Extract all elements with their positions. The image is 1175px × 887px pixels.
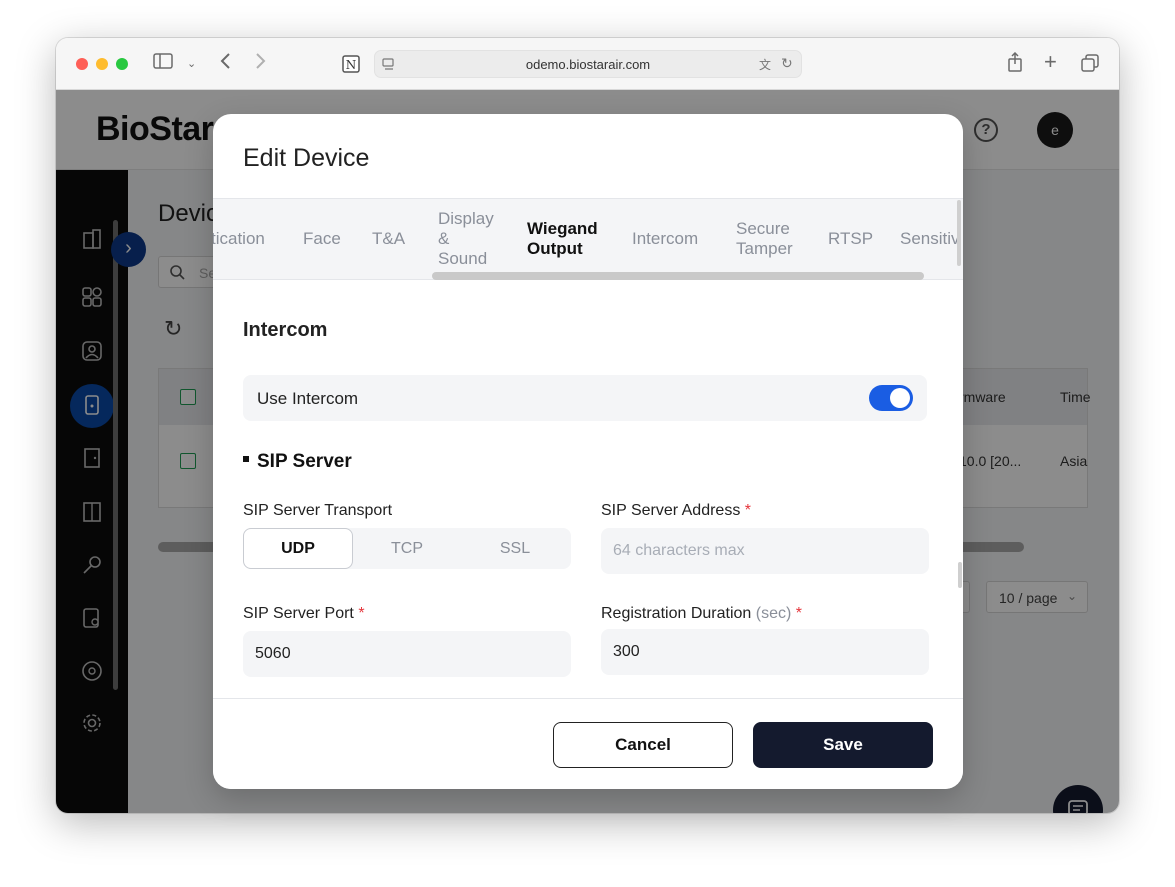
- sidebar-toggle-icon[interactable]: [153, 53, 173, 73]
- toggle-knob: [890, 388, 910, 408]
- share-icon[interactable]: [1007, 51, 1023, 76]
- chevron-down-icon[interactable]: ⌄: [187, 54, 196, 74]
- transport-ssl-option[interactable]: SSL: [460, 528, 570, 569]
- modal-scrollbar[interactable]: [958, 562, 962, 588]
- sip-address-label: SIP Server Address *: [601, 502, 751, 520]
- svg-text:N: N: [346, 58, 357, 72]
- browser-toolbar: ⌄ N odemo.biostarair.com 文 ↻ +: [56, 38, 1119, 90]
- tab-bar: tication Face T&A Display & Sound Wiegan…: [213, 198, 963, 280]
- registration-duration-input[interactable]: 300: [601, 629, 929, 675]
- use-intercom-toggle[interactable]: [869, 385, 913, 411]
- tab-bar-vertical-scrollbar[interactable]: [957, 200, 961, 266]
- translate-icon[interactable]: 文: [759, 56, 771, 73]
- address-bar[interactable]: odemo.biostarair.com 文 ↻: [374, 50, 802, 78]
- sip-transport-label: SIP Server Transport: [243, 502, 392, 520]
- cancel-button[interactable]: Cancel: [553, 722, 733, 768]
- tab-display-sound-line-3: Sound: [438, 249, 488, 268]
- tab-display-sound[interactable]: Display & Sound: [438, 209, 494, 269]
- required-mark: *: [358, 605, 365, 622]
- reload-icon[interactable]: ↻: [781, 55, 793, 72]
- tab-wiegand-output-line-1: Wiegand: [527, 219, 598, 238]
- transport-tcp-option[interactable]: TCP: [352, 528, 462, 569]
- tab-wiegand-output[interactable]: Wiegand Output: [527, 219, 598, 259]
- tab-overview-icon[interactable]: [1081, 54, 1099, 76]
- close-window-button[interactable]: [76, 58, 88, 70]
- tab-secure-tamper-line-2: Tamper: [736, 239, 793, 258]
- tab-face[interactable]: Face: [303, 229, 341, 249]
- modal-footer: Cancel Save: [213, 698, 963, 789]
- required-mark: *: [744, 502, 752, 519]
- save-button[interactable]: Save: [753, 722, 933, 768]
- sip-address-input[interactable]: 64 characters max: [601, 528, 929, 574]
- tab-display-sound-line-2: &: [438, 229, 450, 248]
- sip-port-label-text: SIP Server Port: [243, 605, 354, 622]
- tab-secure-tamper[interactable]: Secure Tamper: [736, 219, 793, 259]
- tab-wiegand-output-line-2: Output: [527, 239, 583, 258]
- zoom-window-button[interactable]: [116, 58, 128, 70]
- tab-ta[interactable]: T&A: [372, 229, 405, 249]
- tab-bar-scrollbar[interactable]: [432, 272, 924, 280]
- url-text: odemo.biostarair.com: [525, 57, 651, 72]
- sip-server-title: SIP Server: [257, 451, 352, 472]
- tab-intercom[interactable]: Intercom: [632, 229, 698, 249]
- sip-transport-segmented-control: UDP TCP SSL: [243, 528, 571, 569]
- notion-extension-icon[interactable]: N: [341, 54, 361, 78]
- sip-port-input[interactable]: 5060: [243, 631, 571, 677]
- bullet-icon: [243, 455, 249, 462]
- edit-device-modal: Edit Device tication Face T&A Display & …: [213, 114, 963, 789]
- transport-udp-option[interactable]: UDP: [243, 528, 353, 569]
- tab-rtsp[interactable]: RTSP: [828, 229, 873, 249]
- tab-authentication[interactable]: tication: [213, 229, 265, 249]
- tab-sensitivity[interactable]: Sensitiv: [900, 229, 960, 249]
- back-arrow-icon[interactable]: [219, 52, 231, 74]
- tab-secure-tamper-line-1: Secure: [736, 219, 790, 238]
- modal-title: Edit Device: [243, 144, 370, 172]
- use-intercom-row: Use Intercom: [243, 375, 927, 421]
- registration-duration-label-text: Registration Duration: [601, 605, 752, 622]
- tab-display-sound-line-1: Display: [438, 209, 494, 228]
- sip-transport-label-text: SIP Server Transport: [243, 502, 393, 519]
- registration-duration-label: Registration Duration (sec) *: [601, 605, 802, 623]
- forward-arrow-icon[interactable]: [255, 52, 267, 74]
- required-mark: *: [795, 605, 802, 622]
- sip-server-heading: SIP Server: [243, 451, 352, 473]
- registration-duration-unit: (sec): [755, 605, 792, 622]
- minimize-window-button[interactable]: [96, 58, 108, 70]
- sip-address-label-text: SIP Server Address: [601, 502, 741, 519]
- use-intercom-label: Use Intercom: [257, 389, 359, 408]
- new-tab-icon[interactable]: +: [1044, 51, 1057, 73]
- section-title: Intercom: [243, 319, 328, 341]
- sip-port-label: SIP Server Port *: [243, 605, 365, 623]
